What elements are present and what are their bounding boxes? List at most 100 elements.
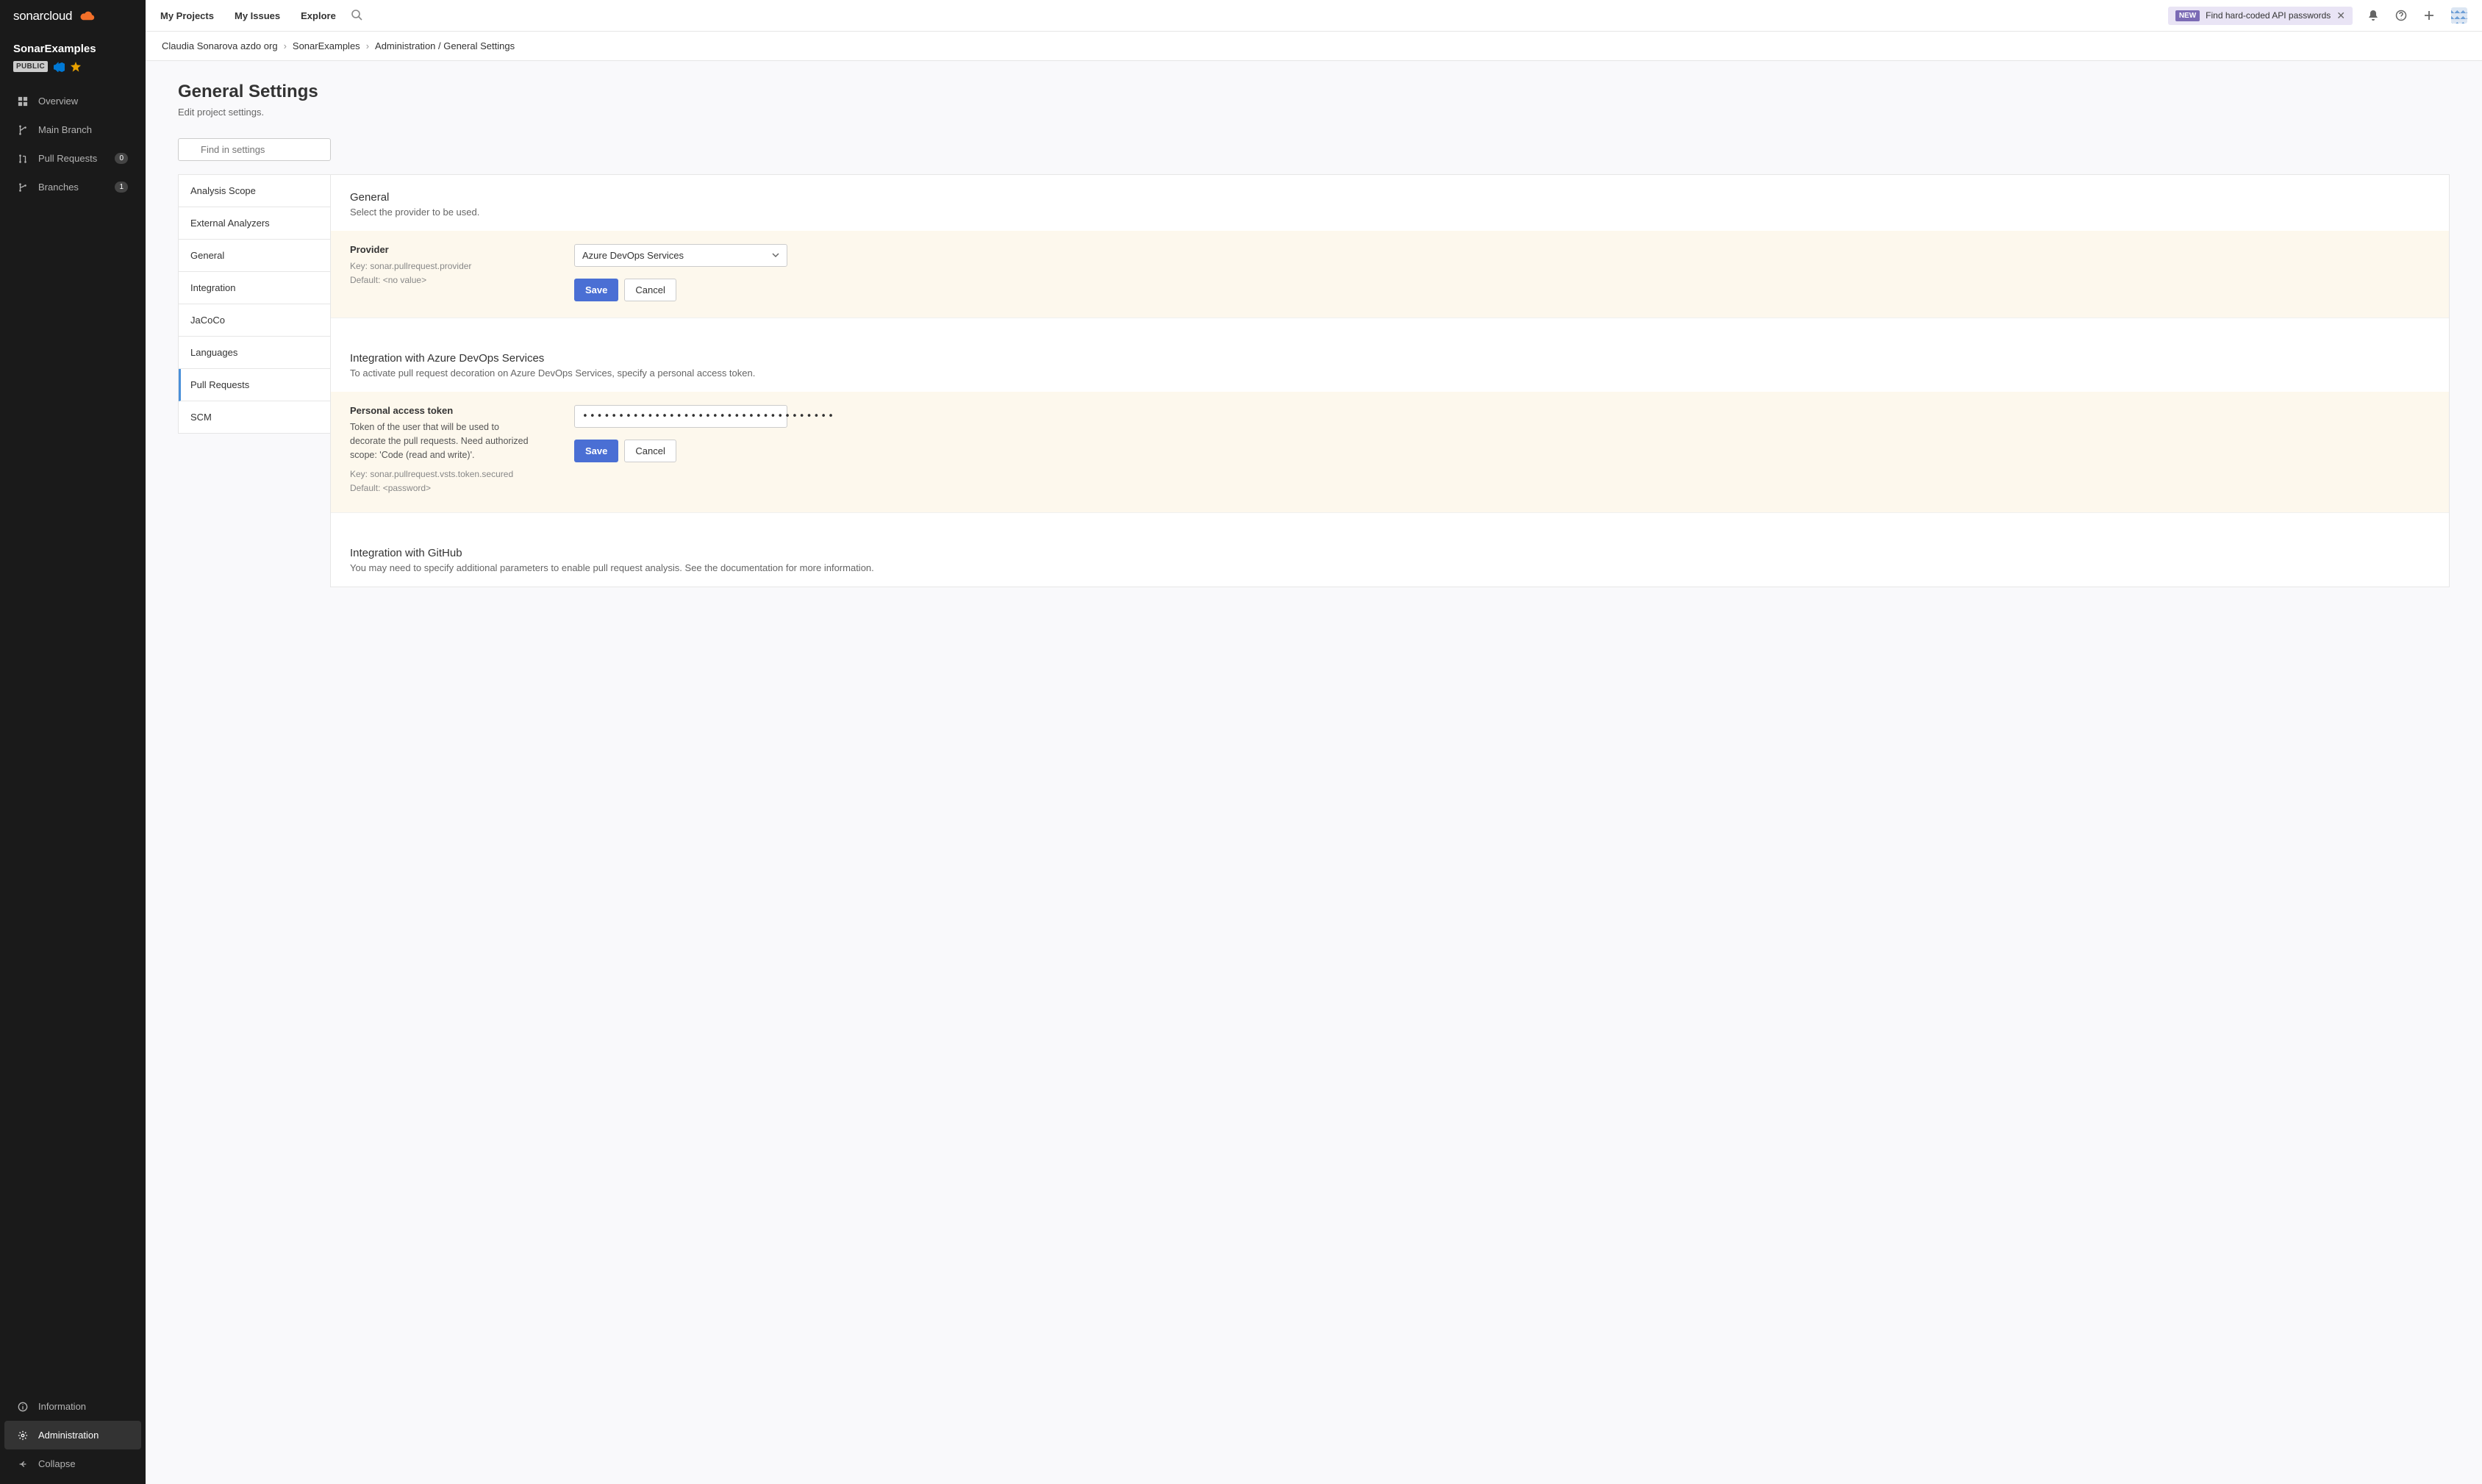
- section-github: Integration with GitHub You may need to …: [331, 531, 2449, 587]
- section-spacer: [331, 318, 2449, 336]
- section-azure: Integration with Azure DevOps Services T…: [331, 336, 2449, 513]
- select-value: Azure DevOps Services: [582, 250, 684, 261]
- sidebar-label: Administration: [38, 1430, 99, 1441]
- category-pull-requests[interactable]: Pull Requests: [179, 369, 330, 401]
- nav-explore[interactable]: Explore: [301, 10, 336, 21]
- section-subtitle: You may need to specify additional param…: [350, 562, 2430, 573]
- save-button[interactable]: Save: [574, 440, 618, 462]
- token-value: •••••••••••••••••••••••••••••••••••: [582, 411, 835, 422]
- breadcrumb: Claudia Sonarova azdo org › SonarExample…: [146, 32, 2482, 61]
- favorite-star-icon[interactable]: [71, 62, 81, 72]
- setting-provider-row: Provider Key: sonar.pullrequest.provider…: [331, 231, 2449, 318]
- visibility-badge: PUBLIC: [13, 61, 48, 72]
- category-external-analyzers[interactable]: External Analyzers: [179, 207, 330, 240]
- new-pill: NEW: [2175, 10, 2200, 21]
- section-title: Integration with GitHub: [350, 547, 2430, 559]
- settings-layout: Analysis Scope External Analyzers Genera…: [178, 174, 2450, 587]
- branch-icon: [18, 125, 28, 135]
- save-button[interactable]: Save: [574, 279, 618, 301]
- category-analysis-scope[interactable]: Analysis Scope: [179, 175, 330, 207]
- settings-search-input[interactable]: [178, 138, 331, 161]
- setting-token-desc: Personal access token Token of the user …: [350, 405, 530, 496]
- page-subtitle: Edit project settings.: [178, 107, 2450, 118]
- settings-category-list: Analysis Scope External Analyzers Genera…: [178, 174, 331, 434]
- content-area: General Settings Edit project settings. …: [146, 61, 2482, 1484]
- sidebar-item-administration[interactable]: Administration: [4, 1421, 141, 1449]
- collapse-icon: [18, 1459, 28, 1469]
- category-integration[interactable]: Integration: [179, 272, 330, 304]
- sidebar-item-overview[interactable]: Overview: [4, 87, 141, 115]
- sidebar-item-collapse[interactable]: Collapse: [4, 1449, 141, 1478]
- token-input[interactable]: •••••••••••••••••••••••••••••••••••: [574, 405, 787, 428]
- breadcrumb-project[interactable]: SonarExamples: [293, 40, 360, 51]
- chevron-right-icon: ›: [366, 40, 369, 51]
- section-azure-header: Integration with Azure DevOps Services T…: [331, 336, 2449, 392]
- category-general[interactable]: General: [179, 240, 330, 272]
- nav-my-issues[interactable]: My Issues: [235, 10, 280, 21]
- project-badges: PUBLIC: [13, 61, 132, 72]
- help-icon[interactable]: [2395, 10, 2407, 21]
- setting-label: Personal access token: [350, 405, 530, 416]
- dashboard-icon: [18, 96, 28, 107]
- setting-key: Key: sonar.pullrequest.vsts.token.secure…: [350, 467, 530, 481]
- logo[interactable]: sonarcloud: [0, 0, 146, 32]
- category-scm[interactable]: SCM: [179, 401, 330, 433]
- sidebar-label: Collapse: [38, 1458, 76, 1469]
- breadcrumb-section: Administration / General Settings: [375, 40, 515, 51]
- cancel-button[interactable]: Cancel: [624, 279, 676, 301]
- setting-default: Default: <no value>: [350, 273, 530, 287]
- section-subtitle: To activate pull request decoration on A…: [350, 368, 2430, 379]
- branches-count-badge: 1: [115, 182, 128, 193]
- cloud-icon: [79, 11, 96, 21]
- setting-provider-desc: Provider Key: sonar.pullrequest.provider…: [350, 244, 530, 301]
- logo-text: sonarcloud: [13, 9, 72, 24]
- sidebar-item-information[interactable]: Information: [4, 1392, 141, 1421]
- sidebar-item-pull-requests[interactable]: Pull Requests 0: [4, 144, 141, 173]
- project-header: SonarExamples PUBLIC: [0, 32, 146, 79]
- section-general: General Select the provider to be used. …: [331, 175, 2449, 318]
- nav-my-projects[interactable]: My Projects: [160, 10, 214, 21]
- setting-token-control: ••••••••••••••••••••••••••••••••••• Save…: [574, 405, 2430, 496]
- breadcrumb-org[interactable]: Claudia Sonarova azdo org: [162, 40, 278, 51]
- settings-panel: General Select the provider to be used. …: [330, 174, 2450, 587]
- section-spacer: [331, 513, 2449, 531]
- section-github-header: Integration with GitHub You may need to …: [331, 531, 2449, 587]
- token-buttons: Save Cancel: [574, 440, 2430, 462]
- cancel-button[interactable]: Cancel: [624, 440, 676, 462]
- top-nav: My Projects My Issues Explore NEW Find h…: [146, 0, 2482, 32]
- branches-icon: [18, 182, 28, 193]
- plus-icon[interactable]: [2423, 10, 2435, 21]
- settings-search-wrap: [178, 138, 331, 161]
- sidebar-item-branches[interactable]: Branches 1: [4, 173, 141, 201]
- pr-count-badge: 0: [115, 153, 128, 164]
- category-jacoco[interactable]: JaCoCo: [179, 304, 330, 337]
- avatar[interactable]: [2451, 7, 2467, 24]
- pull-request-icon: [18, 154, 28, 164]
- azure-devops-icon: [54, 61, 65, 72]
- sidebar-item-main-branch[interactable]: Main Branch: [4, 115, 141, 144]
- chevron-down-icon: [772, 250, 779, 261]
- provider-select[interactable]: Azure DevOps Services: [574, 244, 787, 267]
- sidebar-label: Branches: [38, 182, 79, 193]
- banner-close-icon[interactable]: ✕: [2336, 10, 2345, 21]
- setting-provider-control: Azure DevOps Services Save Cancel: [574, 244, 2430, 301]
- global-search-icon[interactable]: [351, 9, 362, 23]
- sidebar-bottom: Information Administration Collapse: [0, 1392, 146, 1484]
- new-feature-banner[interactable]: NEW Find hard-coded API passwords ✕: [2168, 7, 2353, 25]
- sidebar-label: Main Branch: [38, 124, 92, 135]
- section-title: Integration with Azure DevOps Services: [350, 352, 2430, 365]
- setting-token-row: Personal access token Token of the user …: [331, 392, 2449, 512]
- top-nav-icons: [2367, 7, 2467, 24]
- setting-default: Default: <password>: [350, 481, 530, 495]
- info-icon: [18, 1402, 28, 1412]
- main-column: My Projects My Issues Explore NEW Find h…: [146, 0, 2482, 1484]
- category-languages[interactable]: Languages: [179, 337, 330, 369]
- provider-buttons: Save Cancel: [574, 279, 2430, 301]
- setting-help: Token of the user that will be used to d…: [350, 420, 530, 462]
- banner-text: Find hard-coded API passwords: [2206, 10, 2331, 21]
- project-name: SonarExamples: [13, 43, 132, 55]
- notifications-icon[interactable]: [2367, 10, 2379, 21]
- setting-label: Provider: [350, 244, 530, 255]
- page-title: General Settings: [178, 82, 2450, 102]
- section-general-header: General Select the provider to be used.: [331, 175, 2449, 231]
